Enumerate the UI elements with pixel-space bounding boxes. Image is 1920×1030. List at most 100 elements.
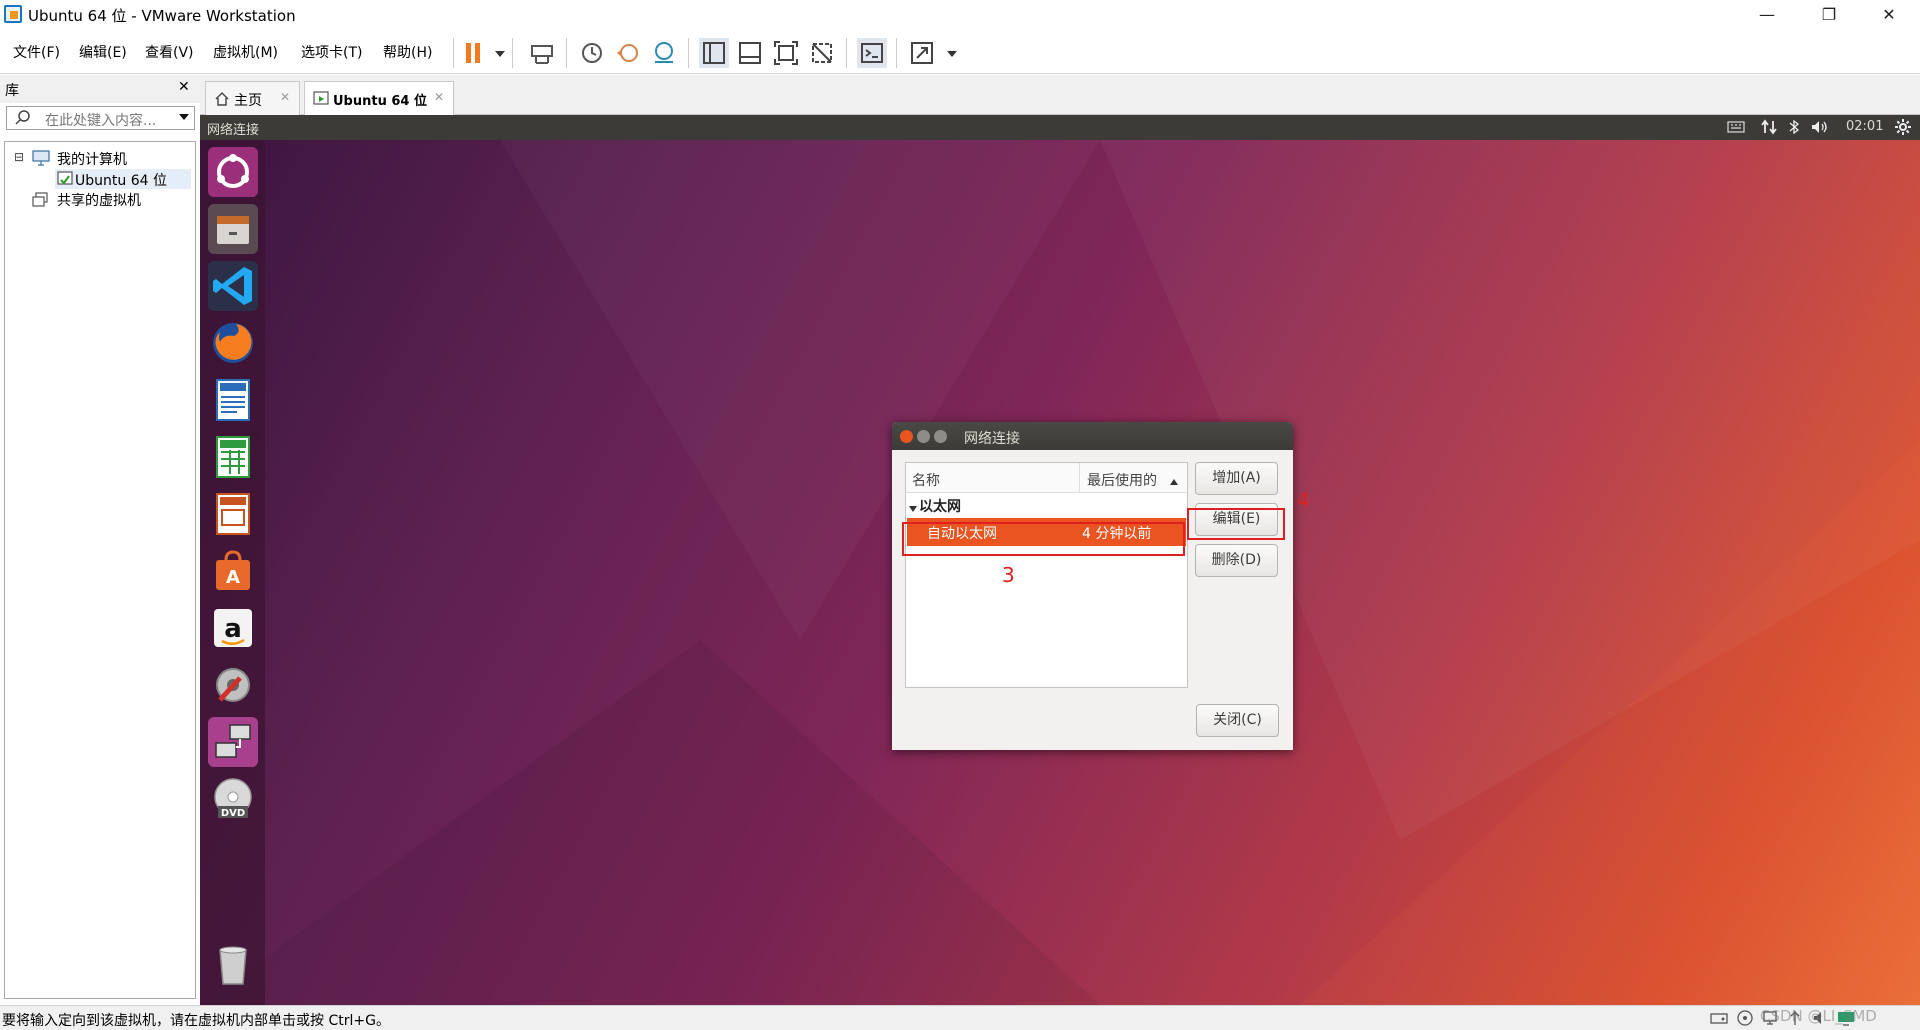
- revert-snapshot-icon[interactable]: [613, 38, 643, 68]
- window-title: Ubuntu 64 位 - VMware Workstation: [28, 7, 296, 25]
- delete-button[interactable]: 删除(D): [1195, 544, 1278, 577]
- tab-ubuntu-label: Ubuntu 64 位: [333, 94, 427, 109]
- bluetooth-icon[interactable]: [1788, 119, 1800, 135]
- dialog-minimize-icon[interactable]: [917, 430, 930, 443]
- tree-shared-vms[interactable]: 共享的虚拟机: [57, 190, 141, 210]
- network-connections-dialog: 网络连接 名称 最后使用的 以太网 自动以太网 4 分钟以前 增加(A) 编辑(…: [892, 422, 1293, 750]
- thumbnail-bar-icon[interactable]: [735, 38, 765, 68]
- annotation-box-edit: [1187, 508, 1285, 540]
- ubuntu-dash-icon[interactable]: [208, 147, 258, 197]
- library-search[interactable]: 在此处键入内容...: [6, 106, 195, 130]
- title-bar: Ubuntu 64 位 - VMware Workstation — ❐ ✕: [0, 0, 1920, 30]
- settings-gear-icon[interactable]: [1894, 118, 1912, 136]
- column-name-header[interactable]: 名称: [912, 470, 940, 490]
- tab-ubuntu-close-icon[interactable]: ✕: [434, 90, 444, 104]
- column-last-used-header[interactable]: 最后使用的: [1087, 470, 1157, 490]
- calc-icon[interactable]: [208, 432, 258, 482]
- column-divider: [1079, 463, 1080, 493]
- watermark: CSDN @LI_SMD: [1760, 1007, 1877, 1025]
- library-panel: 库 ✕ 在此处键入内容... ⊟ 我的计算机 Ubuntu 64 位 共享的虚拟…: [0, 75, 200, 1005]
- add-button[interactable]: 增加(A): [1195, 462, 1278, 495]
- network-icon[interactable]: [1761, 119, 1777, 135]
- dvd-icon[interactable]: DVD: [208, 774, 258, 824]
- firefox-icon[interactable]: [208, 318, 258, 368]
- pause-dropdown-icon[interactable]: [485, 38, 505, 68]
- minimize-button[interactable]: —: [1744, 0, 1790, 30]
- unity-mode-icon[interactable]: [807, 38, 837, 68]
- writer-icon[interactable]: [208, 375, 258, 425]
- close-button[interactable]: 关闭(C): [1196, 704, 1279, 737]
- stretch-guest-icon[interactable]: [907, 38, 937, 68]
- full-screen-icon[interactable]: [771, 38, 801, 68]
- files-icon[interactable]: [208, 204, 258, 254]
- clock[interactable]: 02:01: [1846, 119, 1883, 134]
- snapshot-manager-icon[interactable]: [649, 38, 679, 68]
- vscode-icon[interactable]: [208, 261, 258, 311]
- toolbar-separator: [566, 38, 567, 68]
- dialog-maximize-icon[interactable]: [934, 430, 947, 443]
- cd-dvd-icon[interactable]: [1737, 1010, 1753, 1026]
- collapse-icon[interactable]: ⊟: [14, 150, 24, 164]
- menu-view[interactable]: 查看(V): [145, 42, 194, 62]
- volume-icon[interactable]: [1811, 119, 1829, 135]
- restore-button[interactable]: ❐: [1806, 0, 1852, 30]
- vmware-app-icon: [4, 5, 22, 23]
- dialog-title: 网络连接: [964, 431, 1020, 447]
- amazon-icon[interactable]: a: [208, 603, 258, 653]
- menu-edit[interactable]: 编辑(E): [79, 42, 127, 62]
- library-close-button[interactable]: ✕: [178, 79, 190, 95]
- impress-icon[interactable]: [208, 489, 258, 539]
- sort-ascending-icon: [1169, 474, 1179, 485]
- menu-vm[interactable]: 虚拟机(M): [213, 42, 278, 62]
- dialog-titlebar: 网络连接: [892, 422, 1293, 450]
- software-center-icon[interactable]: A: [208, 546, 258, 596]
- dialog-close-icon[interactable]: [900, 430, 913, 443]
- menu-help[interactable]: 帮助(H): [383, 42, 432, 62]
- unity-launcher: A a DVD: [200, 140, 265, 1005]
- tree-my-computer[interactable]: 我的计算机: [57, 149, 127, 169]
- toolbar-separator: [512, 38, 513, 68]
- pause-icon[interactable]: [458, 38, 488, 68]
- hard-disk-icon[interactable]: [1710, 1010, 1728, 1026]
- tab-home-close-icon[interactable]: ✕: [280, 90, 290, 104]
- tab-home-label: 主页: [234, 93, 262, 109]
- group-ethernet: 以太网: [919, 499, 961, 515]
- svg-text:a: a: [224, 614, 242, 644]
- network-connections-icon[interactable]: [208, 717, 258, 767]
- tree-ubuntu-row[interactable]: Ubuntu 64 位: [55, 169, 191, 189]
- shared-vms-icon: [32, 192, 48, 208]
- ubuntu-top-panel: 网络连接 02:01: [200, 115, 1920, 140]
- home-icon: [214, 91, 230, 107]
- tab-home[interactable]: 主页 ✕: [205, 81, 300, 115]
- toolbar-separator: [453, 38, 454, 68]
- annotation-box-row: [902, 522, 1185, 556]
- status-bar: 要将输入定向到该虚拟机，请在虚拟机内部单击或按 Ctrl+G。 CSDN @LI…: [0, 1005, 1920, 1030]
- console-view-icon[interactable]: [857, 38, 887, 68]
- tab-ubuntu[interactable]: Ubuntu 64 位 ✕: [304, 81, 454, 115]
- snapshot-icon[interactable]: [577, 38, 607, 68]
- library-header: 库 ✕: [0, 75, 200, 103]
- show-library-icon[interactable]: [699, 38, 729, 68]
- status-message: 要将输入定向到该虚拟机，请在虚拟机内部单击或按 Ctrl+G。: [2, 1013, 390, 1029]
- group-expander-icon[interactable]: [908, 501, 918, 512]
- tree-ubuntu-label: Ubuntu 64 位: [75, 173, 167, 189]
- library-title: 库: [5, 83, 19, 99]
- stretch-dropdown-icon[interactable]: [937, 38, 957, 68]
- send-ctrl-alt-del-icon[interactable]: [527, 38, 557, 68]
- close-window-button[interactable]: ✕: [1866, 0, 1912, 30]
- search-dropdown-icon[interactable]: [178, 111, 190, 123]
- menu-file[interactable]: 文件(F): [13, 42, 60, 62]
- vm-icon: [57, 171, 73, 187]
- toolbar-separator: [896, 38, 897, 68]
- system-settings-icon[interactable]: [208, 660, 258, 710]
- library-tree: ⊟ 我的计算机 Ubuntu 64 位 共享的虚拟机: [4, 141, 196, 999]
- trash-icon[interactable]: [208, 940, 258, 990]
- menu-tabs[interactable]: 选项卡(T): [301, 42, 362, 62]
- toolbar-separator: [846, 38, 847, 68]
- connections-list[interactable]: 名称 最后使用的 以太网 自动以太网 4 分钟以前: [905, 462, 1188, 688]
- keyboard-icon[interactable]: [1727, 120, 1745, 134]
- search-icon: [15, 109, 31, 125]
- panel-app-title: 网络连接: [207, 123, 260, 138]
- list-header: 名称 最后使用的: [906, 463, 1187, 493]
- search-input[interactable]: 在此处键入内容...: [45, 110, 156, 130]
